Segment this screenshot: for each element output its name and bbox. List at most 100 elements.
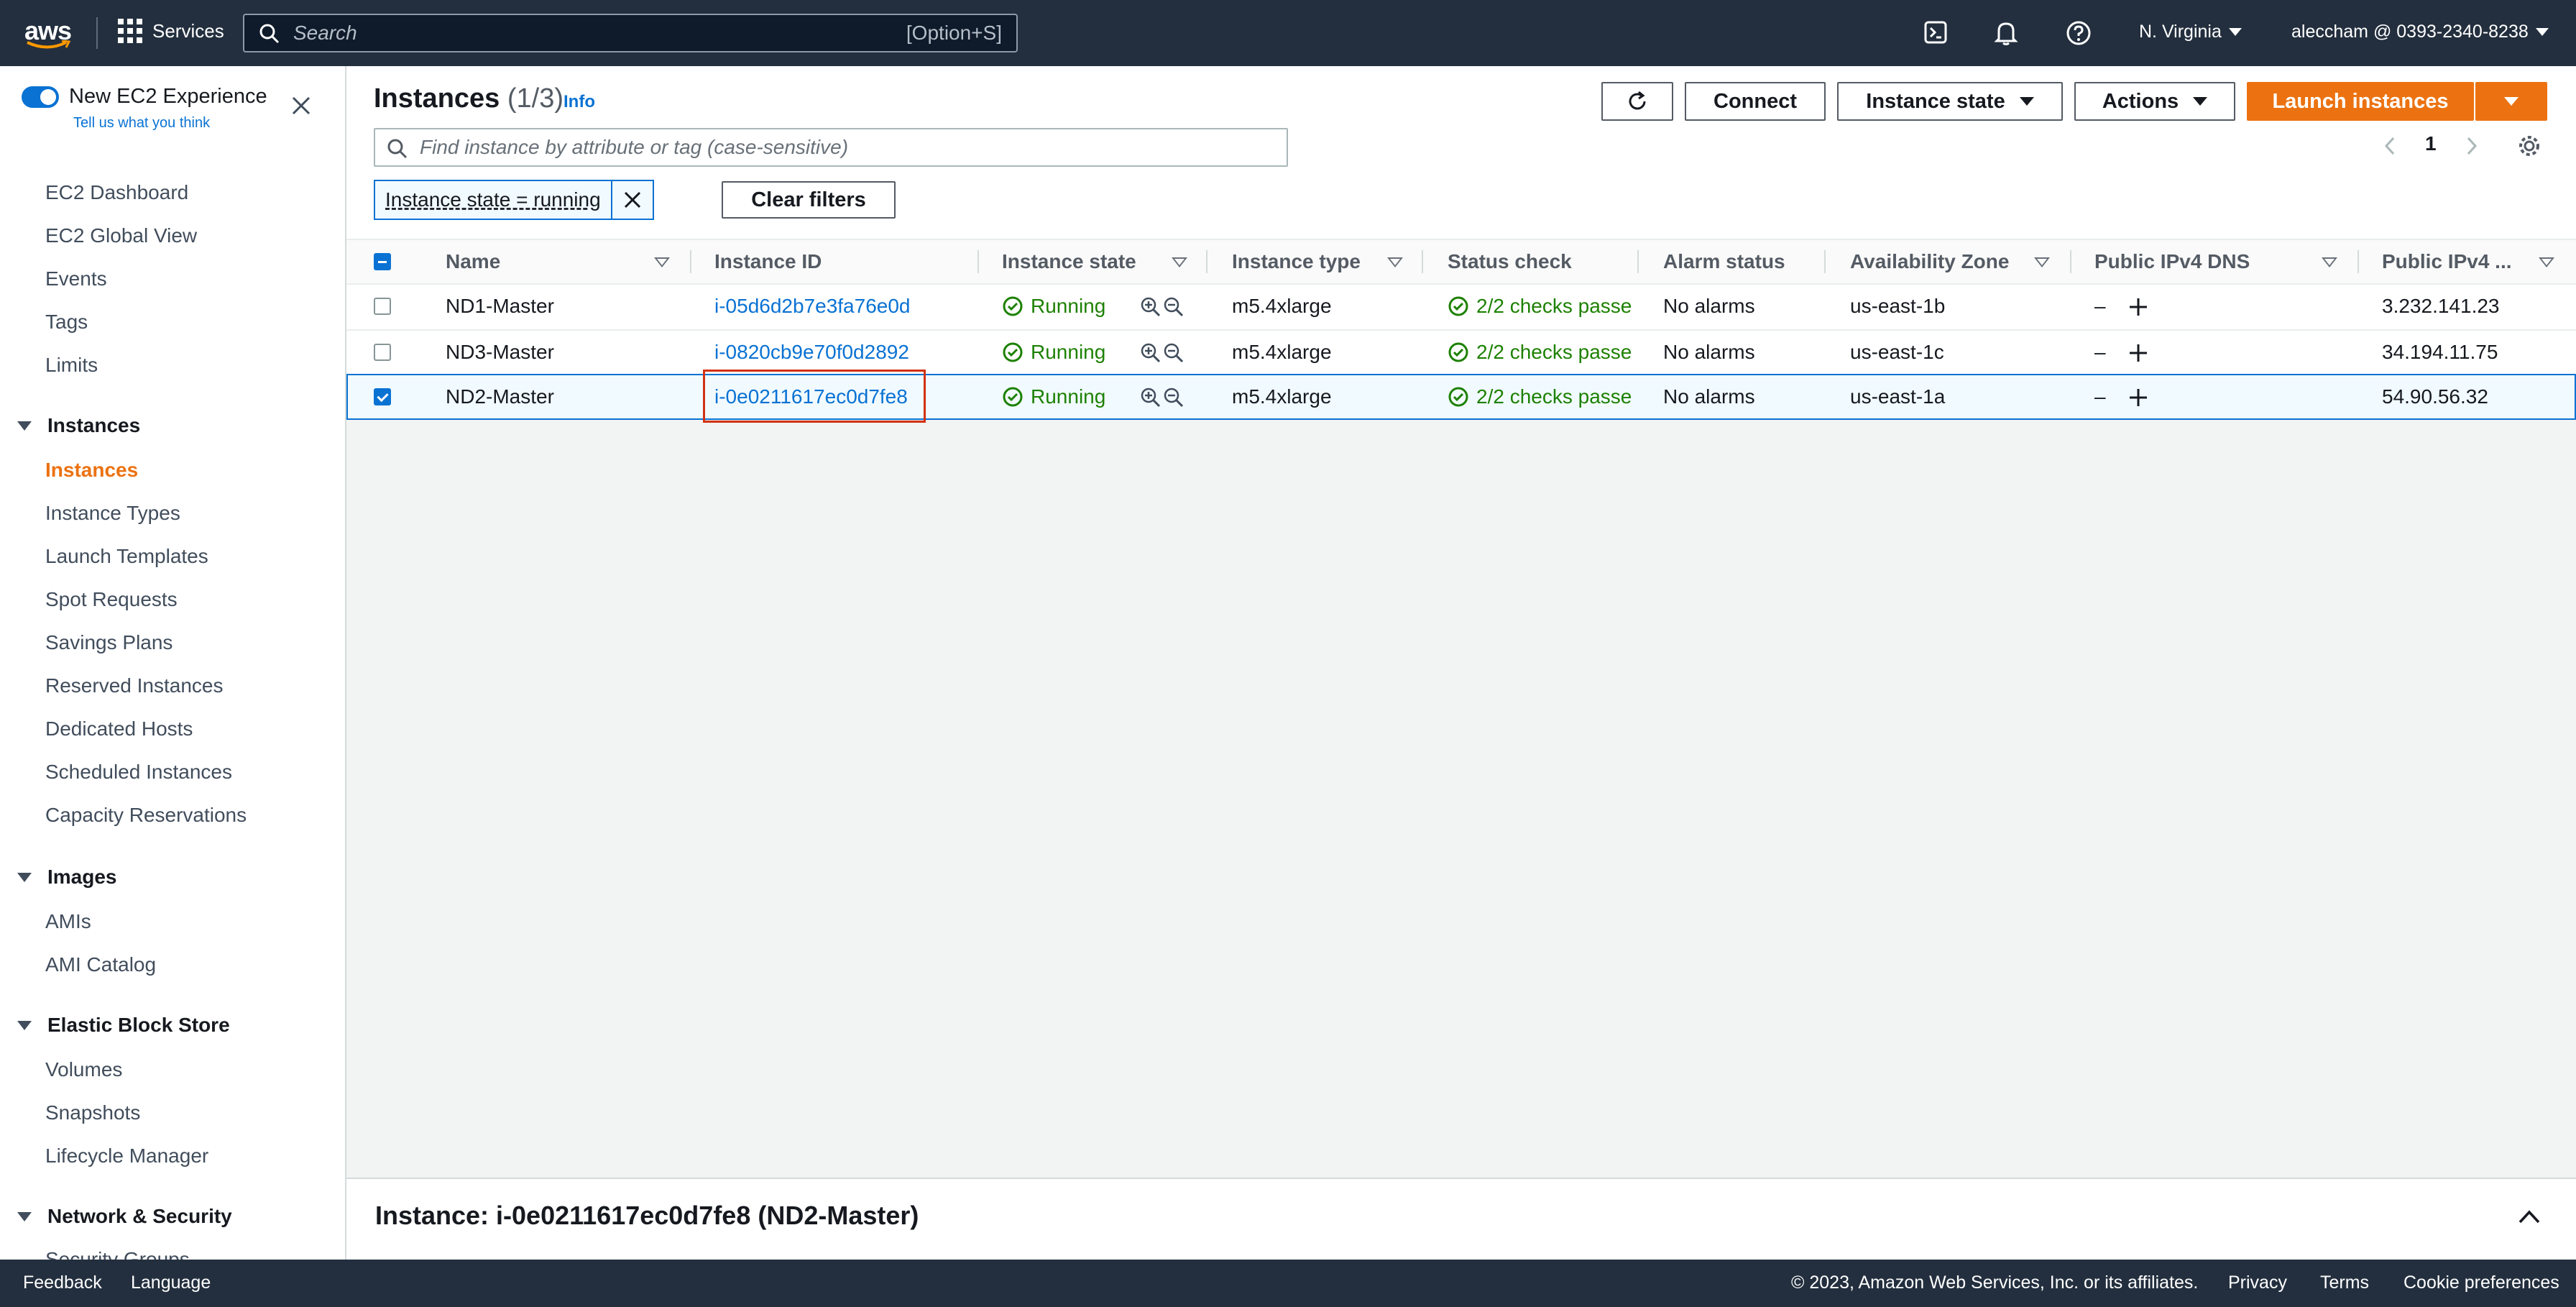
chevron-up-icon[interactable] xyxy=(2517,1208,2542,1225)
sidebar-item-snapshots[interactable]: Snapshots xyxy=(45,1101,140,1124)
sidebar-item-tags[interactable]: Tags xyxy=(45,311,88,334)
column-divider[interactable] xyxy=(690,250,691,273)
instance-filter-input[interactable]: Find instance by attribute or tag (case-… xyxy=(374,128,1288,167)
sidebar-item-dedicated-hosts[interactable]: Dedicated Hosts xyxy=(45,717,193,740)
zoom-in-icon[interactable] xyxy=(1140,387,1162,408)
row-checkbox[interactable] xyxy=(374,388,391,405)
column-header-instance-id[interactable]: Instance ID xyxy=(714,240,822,283)
close-icon[interactable] xyxy=(290,95,312,116)
sidebar-item-amis[interactable]: AMIs xyxy=(45,910,91,933)
filter-token-label[interactable]: Instance state = running xyxy=(375,181,612,219)
instance-id-link[interactable]: i-0820cb9e70f0d2892 xyxy=(714,329,909,375)
sort-icon[interactable] xyxy=(2322,257,2337,267)
add-alarm-icon[interactable] xyxy=(2128,342,2149,364)
select-all-checkbox[interactable] xyxy=(374,253,391,270)
feedback-link[interactable]: Tell us what you think xyxy=(73,115,210,132)
chevron-right-icon[interactable] xyxy=(2462,135,2480,157)
table-row-selected[interactable]: ND2-Master i-0e0211617ec0d7fe8 Running m… xyxy=(346,374,2576,420)
services-menu[interactable]: Services xyxy=(118,19,224,43)
sidebar-item-ec2-dashboard[interactable]: EC2 Dashboard xyxy=(45,181,188,204)
chevron-left-icon[interactable] xyxy=(2382,135,2399,157)
new-experience-toggle[interactable] xyxy=(22,86,59,108)
zoom-out-icon[interactable] xyxy=(1163,342,1184,364)
sidebar-item-scheduled-instances[interactable]: Scheduled Instances xyxy=(45,761,232,784)
page-number[interactable]: 1 xyxy=(2425,132,2437,155)
sidebar-item-ami-catalog[interactable]: AMI Catalog xyxy=(45,953,156,976)
instance-state-button[interactable]: Instance state xyxy=(1837,82,2063,121)
zoom-in-icon[interactable] xyxy=(1140,296,1162,318)
bell-icon[interactable] xyxy=(1994,20,2018,46)
zoom-out-icon[interactable] xyxy=(1163,387,1184,408)
column-header-status-check[interactable]: Status check xyxy=(1448,240,1572,283)
sidebar-section-network-security[interactable]: Network & Security xyxy=(17,1205,232,1228)
region-selector[interactable]: N. Virginia xyxy=(2139,22,2242,42)
sort-icon[interactable] xyxy=(1387,257,1403,267)
account-menu[interactable]: aleccham @ 0393-2340-8238 xyxy=(2291,22,2549,42)
status-check[interactable]: 2/2 checks passed xyxy=(1448,329,1632,375)
column-divider[interactable] xyxy=(2070,250,2071,273)
sidebar-item-savings-plans[interactable]: Savings Plans xyxy=(45,631,172,654)
actions-button[interactable]: Actions xyxy=(2074,82,2235,121)
cookie-preferences-link[interactable]: Cookie preferences xyxy=(2404,1272,2559,1293)
sidebar-item-capacity-reservations[interactable]: Capacity Reservations xyxy=(45,804,247,827)
sidebar-section-images[interactable]: Images xyxy=(17,866,117,889)
sidebar-item-ec2-global-view[interactable]: EC2 Global View xyxy=(45,224,197,247)
column-divider[interactable] xyxy=(1422,250,1423,273)
sort-icon[interactable] xyxy=(2539,257,2554,267)
sidebar-section-instances[interactable]: Instances xyxy=(17,414,140,437)
instance-id-link[interactable]: i-05d6d2b7e3fa76e0d xyxy=(714,283,910,329)
search-input[interactable]: Search [Option+S] xyxy=(243,14,1018,52)
column-divider[interactable] xyxy=(1824,250,1826,273)
sidebar-item-lifecycle-manager[interactable]: Lifecycle Manager xyxy=(45,1145,208,1168)
sidebar-item-instances[interactable]: Instances xyxy=(45,459,138,482)
column-header-name[interactable]: Name xyxy=(446,240,500,283)
column-header-availability-zone[interactable]: Availability Zone xyxy=(1850,240,2009,283)
sort-icon[interactable] xyxy=(1172,257,1187,267)
sidebar-item-volumes[interactable]: Volumes xyxy=(45,1058,122,1081)
sidebar-item-launch-templates[interactable]: Launch Templates xyxy=(45,545,208,568)
status-check[interactable]: 2/2 checks passed xyxy=(1448,283,1632,329)
zoom-in-icon[interactable] xyxy=(1140,342,1162,364)
clear-filters-button[interactable]: Clear filters xyxy=(722,181,896,219)
status-check[interactable]: 2/2 checks passed xyxy=(1448,374,1632,420)
column-header-instance-state[interactable]: Instance state xyxy=(1002,240,1136,283)
sidebar-item-security-groups[interactable]: Security Groups xyxy=(45,1248,190,1260)
launch-instances-button[interactable]: Launch instances xyxy=(2247,82,2474,121)
column-header-public-ipv4[interactable]: Public IPv4 ... xyxy=(2382,240,2512,283)
cloudshell-icon[interactable] xyxy=(1923,20,1948,45)
sidebar-section-elastic-block-store[interactable]: Elastic Block Store xyxy=(17,1014,230,1037)
refresh-button[interactable] xyxy=(1601,82,1673,121)
info-link[interactable]: Info xyxy=(564,92,595,112)
column-divider[interactable] xyxy=(1206,250,1208,273)
connect-button[interactable]: Connect xyxy=(1685,82,1826,121)
row-checkbox[interactable] xyxy=(374,298,391,315)
sidebar-item-events[interactable]: Events xyxy=(45,267,107,290)
column-header-alarm-status[interactable]: Alarm status xyxy=(1663,240,1785,283)
column-divider[interactable] xyxy=(2358,250,2359,273)
sort-icon[interactable] xyxy=(2034,257,2050,267)
sidebar-item-spot-requests[interactable]: Spot Requests xyxy=(45,588,178,611)
help-icon[interactable] xyxy=(2066,20,2092,46)
remove-filter-button[interactable] xyxy=(612,190,653,210)
language-link[interactable]: Language xyxy=(131,1272,211,1293)
column-divider[interactable] xyxy=(978,250,979,273)
sort-icon[interactable] xyxy=(654,257,670,267)
add-alarm-icon[interactable] xyxy=(2128,296,2149,318)
zoom-out-icon[interactable] xyxy=(1163,296,1184,318)
column-header-public-ipv4-dns[interactable]: Public IPv4 DNS xyxy=(2094,240,2250,283)
terms-link[interactable]: Terms xyxy=(2320,1272,2369,1293)
privacy-link[interactable]: Privacy xyxy=(2228,1272,2287,1293)
column-divider[interactable] xyxy=(1637,250,1639,273)
table-row[interactable]: ND3-Master i-0820cb9e70f0d2892 Running m… xyxy=(346,329,2576,377)
gear-icon[interactable] xyxy=(2517,134,2542,158)
sidebar-item-instance-types[interactable]: Instance Types xyxy=(45,502,180,525)
sidebar-item-reserved-instances[interactable]: Reserved Instances xyxy=(45,674,223,697)
sidebar-item-limits[interactable]: Limits xyxy=(45,354,98,377)
row-checkbox[interactable] xyxy=(374,344,391,361)
column-header-instance-type[interactable]: Instance type xyxy=(1232,240,1361,283)
feedback-link[interactable]: Feedback xyxy=(23,1272,102,1293)
table-row[interactable]: ND1-Master i-05d6d2b7e3fa76e0d Running m… xyxy=(346,283,2576,331)
launch-dropdown-button[interactable] xyxy=(2475,82,2547,121)
aws-logo[interactable]: aws xyxy=(24,16,75,52)
add-alarm-icon[interactable] xyxy=(2128,387,2149,408)
